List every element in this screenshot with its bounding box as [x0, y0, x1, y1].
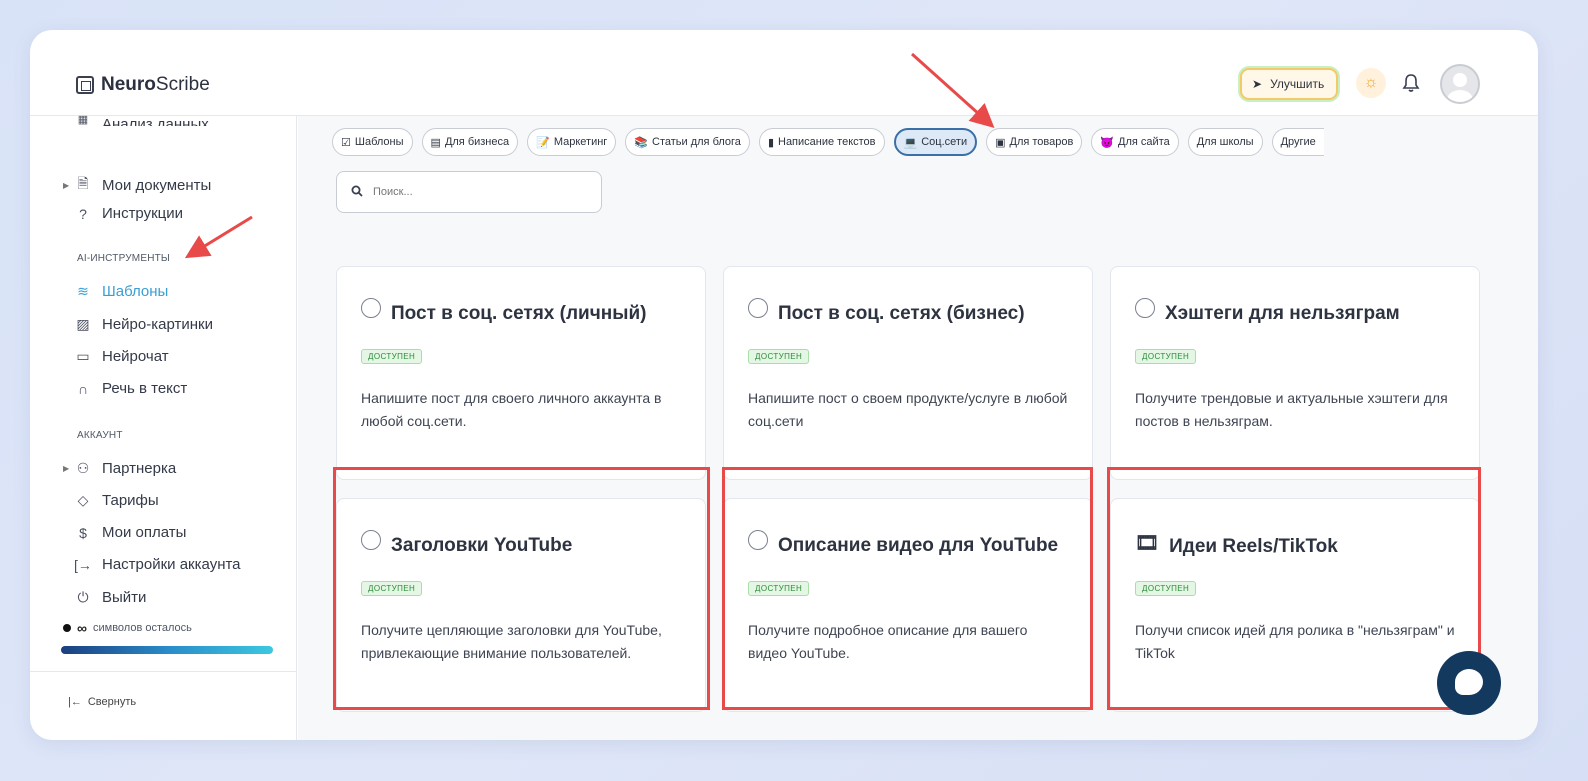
highlight-box-youtube-description [722, 467, 1093, 710]
chip-school[interactable]: Для школы [1187, 128, 1263, 156]
upgrade-label: Улучшить [1270, 77, 1325, 91]
chip-text-writing[interactable]: ▮ Написание текстов [758, 128, 885, 156]
quota-text: символов осталось [92, 622, 192, 634]
sidebar-item-logout[interactable]: ⏻ Выйти [74, 589, 146, 606]
chip-blog-articles[interactable]: 📚 Статьи для блога [625, 128, 750, 156]
image-icon: ▨ [76, 316, 90, 332]
status-badge: ДОСТУПЕН [748, 349, 810, 364]
status-dot [63, 624, 71, 632]
layers-icon: ≋ [77, 283, 89, 299]
highlight-box-youtube-titles [333, 467, 710, 710]
grid-icon: ▦ [77, 114, 89, 126]
chip-social-networks[interactable]: 💻 Соц.сети [893, 128, 978, 156]
sidebar-item-speech-to-text[interactable]: ∩ Речь в текст [74, 380, 187, 397]
devil-icon: 😈 [1100, 136, 1115, 149]
login-icon: [→ [74, 556, 92, 573]
tag-icon: ◇ [77, 492, 89, 508]
search-field[interactable] [336, 171, 602, 213]
sidebar-item-neuro-images[interactable]: ▨ Нейро-картинки [74, 316, 213, 333]
clock-icon [748, 298, 768, 318]
support-chat-button[interactable] [1437, 651, 1501, 715]
search-input[interactable] [373, 186, 573, 198]
chip-templates[interactable]: ☑ Шаблоны [332, 128, 413, 156]
rocket-icon: ➤ [1252, 77, 1263, 91]
users-icon: ⚇ [76, 460, 90, 476]
clock-icon [361, 298, 381, 318]
card-description: Получите трендовые и актуальные хэштеги … [1135, 390, 1448, 429]
top-header: NeuroScribe ➤ Улучшить ☼ [30, 30, 1538, 116]
notifications-bell-icon[interactable] [1400, 70, 1422, 96]
status-badge: ДОСТУПЕН [1135, 349, 1197, 364]
dollar-icon: $ [79, 524, 87, 541]
chip-business[interactable]: ▤ Для бизнеса [421, 128, 519, 156]
template-card-personal-post[interactable]: Пост в соц. сетях (личный) ДОСТУПЕН Напи… [336, 266, 706, 480]
sidebar-item-tariffs[interactable]: ◇ Тарифы [74, 492, 159, 509]
sidebar-item-data-analysis[interactable]: ▦ Анализ данных [74, 112, 209, 126]
sidebar-item-templates[interactable]: ≋ Шаблоны [74, 283, 168, 300]
expand-triangle-icon[interactable]: ▶ [63, 181, 69, 190]
document-icon: 🗎 [77, 175, 89, 191]
sidebar-item-partners[interactable]: ▶ ⚇ Партнерка [63, 460, 176, 477]
table-icon: ▤ [430, 136, 441, 149]
chat-icon: ▭ [76, 348, 90, 364]
help-icon: ? [79, 205, 87, 222]
template-card-hashtags[interactable]: Хэштеги для нельзяграм ДОСТУПЕН Получите… [1110, 266, 1480, 480]
search-icon [351, 185, 363, 200]
upgrade-button[interactable]: ➤ Улучшить [1240, 68, 1339, 100]
status-badge: ДОСТУПЕН [361, 349, 423, 364]
chip-other[interactable]: Другие [1271, 128, 1324, 156]
sidebar-item-neurochat[interactable]: ▭ Нейрочат [74, 348, 168, 365]
quota-progress-bar [61, 646, 273, 654]
collapse-arrow-icon: |← [68, 696, 82, 708]
books-icon: 📚 [634, 136, 649, 149]
user-avatar[interactable] [1440, 64, 1480, 104]
collapse-sidebar-button[interactable]: |← Свернуть [68, 696, 136, 708]
infinity-symbol: ∞ [77, 620, 87, 636]
card-description: Напишите пост для своего личного аккаунт… [361, 390, 662, 429]
chip-website[interactable]: 😈 Для сайта [1091, 128, 1179, 156]
sidebar-section-ai: AI-ИНСТРУМЕНТЫ [77, 253, 170, 264]
chip-marketing[interactable]: 📝 Маркетинг [527, 128, 617, 156]
chip-products[interactable]: ▣ Для товаров [986, 128, 1083, 156]
highlight-box-reels-tiktok [1107, 467, 1481, 710]
sidebar-item-payments[interactable]: $ Мои оплаты [74, 524, 186, 541]
laptop-icon: 💻 [903, 136, 918, 149]
sidebar-item-instructions[interactable]: ? Инструкции [74, 205, 183, 222]
sidebar: ▦ Анализ данных ▶ 🗎 Мои документы ? Инст… [30, 114, 297, 740]
logo-icon [76, 76, 94, 94]
card-description: Напишите пост о своем продукте/услуге в … [748, 390, 1068, 429]
template-card-business-post[interactable]: Пост в соц. сетях (бизнес) ДОСТУПЕН Напи… [723, 266, 1093, 480]
headphones-icon: ∩ [77, 380, 89, 397]
memo-icon: 📝 [536, 136, 550, 149]
sidebar-item-my-documents[interactable]: ▶ 🗎 Мои документы [63, 173, 211, 197]
sidebar-section-account: АККАУНТ [77, 430, 123, 441]
ledger-icon: ▣ [995, 136, 1006, 149]
clock-icon [1135, 298, 1155, 318]
checkbox-icon: ☑ [341, 136, 351, 149]
phone-icon: ▮ [767, 136, 774, 149]
symbols-quota: ∞ символов осталось [63, 620, 192, 636]
sidebar-item-account-settings[interactable]: [→ Настройки аккаунта [74, 556, 240, 573]
logo[interactable]: NeuroScribe [76, 74, 210, 96]
power-icon: ⏻ [77, 589, 89, 605]
theme-toggle-sun-icon[interactable]: ☼ [1356, 68, 1386, 98]
expand-triangle-icon[interactable]: ▶ [63, 464, 69, 473]
category-chips: ☑ Шаблоны ▤ Для бизнеса 📝 Маркетинг 📚 Статьи… [332, 128, 1324, 156]
sidebar-divider [30, 671, 297, 672]
logo-text: NeuroScribe [101, 74, 210, 95]
